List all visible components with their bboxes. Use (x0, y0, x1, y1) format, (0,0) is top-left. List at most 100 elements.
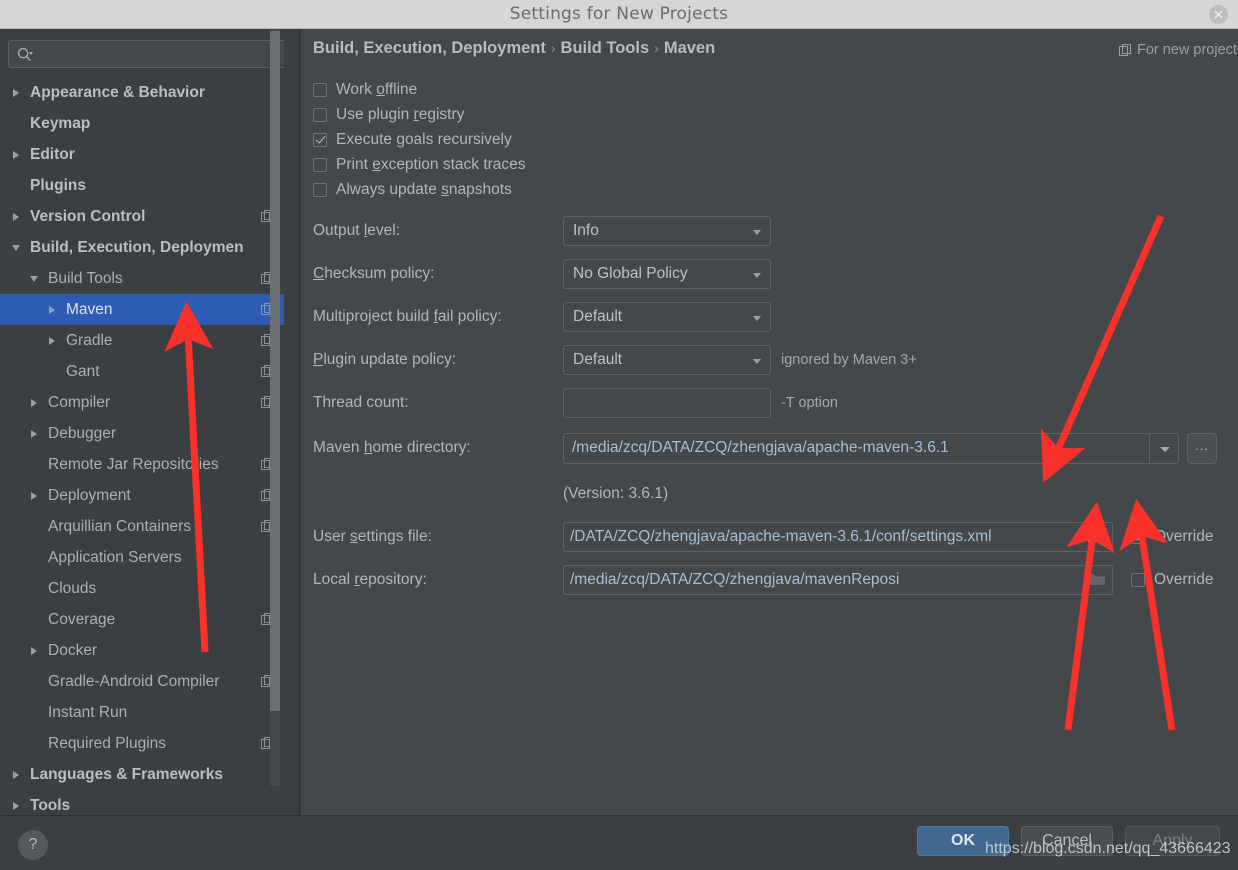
sidebar-item-label: Clouds (48, 579, 97, 597)
user-settings-file-label: User settings file: (313, 527, 432, 545)
chevron-right-icon[interactable] (8, 77, 24, 108)
plugin-update-policy-label: Plugin update policy: (313, 350, 457, 368)
folder-icon[interactable] (1087, 572, 1106, 587)
search-field-wrapper (8, 40, 284, 68)
thread-count-row: Thread count: -T option (313, 381, 1238, 424)
checkbox-use-plugin-registry[interactable]: Use plugin registry (313, 102, 526, 127)
sidebar-item-build-tools[interactable]: Build Tools (0, 263, 284, 294)
sidebar-item-label: Plugins (30, 176, 86, 194)
checkbox-execute-goals-recursively[interactable]: Execute goals recursively (313, 127, 526, 152)
breadcrumb-part-1[interactable]: Build, Execution, Deployment (313, 39, 546, 57)
sidebar-item-tools[interactable]: Tools (0, 790, 284, 815)
multiproject-fail-policy-row: Multiproject build fail policy: Default (313, 295, 1238, 338)
chevron-down-icon[interactable] (26, 263, 42, 294)
sidebar-item-maven[interactable]: Maven (0, 294, 284, 325)
sidebar-item-label: Version Control (30, 207, 146, 225)
chevron-right-icon[interactable] (8, 201, 24, 232)
checkbox-box (313, 182, 327, 197)
maven-home-label: Maven home directory: (313, 439, 471, 456)
output-level-row: Output level: Info (313, 209, 1238, 252)
sidebar-item-gant[interactable]: Gant (0, 356, 284, 387)
maven-home-browse-button[interactable]: ... (1187, 432, 1217, 464)
checkbox-label: Print exception stack traces (336, 155, 526, 173)
for-new-projects-indicator: For new projects (1119, 42, 1238, 58)
sidebar-item-gradle[interactable]: Gradle (0, 325, 284, 356)
multiproject-fail-policy-label: Multiproject build fail policy: (313, 307, 502, 325)
chevron-down-icon (753, 272, 761, 278)
sidebar-item-editor[interactable]: Editor (0, 139, 284, 170)
checksum-policy-row: Checksum policy: No Global Policy (313, 252, 1238, 295)
title-bar: Settings for New Projects (0, 0, 1238, 29)
sidebar-item-remote-jar-repositories[interactable]: Remote Jar Repositories (0, 449, 284, 480)
checkbox-work-offline[interactable]: Work offline (313, 77, 526, 102)
chevron-right-icon[interactable] (8, 790, 24, 815)
sidebar-item-label: Gradle (66, 331, 113, 349)
sidebar-item-debugger[interactable]: Debugger (0, 418, 284, 449)
sidebar-item-label: Deployment (48, 486, 131, 504)
breadcrumb-part-2[interactable]: Build Tools (561, 39, 650, 57)
maven-home-dropdown-button[interactable] (1149, 432, 1179, 464)
chevron-right-icon[interactable] (8, 759, 24, 790)
chevron-right-icon[interactable] (8, 139, 24, 170)
chevron-right-icon[interactable] (44, 325, 60, 356)
sidebar-scrollbar-thumb[interactable] (270, 31, 280, 711)
checkbox-label: Always update snapshots (336, 180, 512, 198)
local-repository-value: /media/zcq/DATA/ZCQ/zhengjava/mavenRepos… (570, 570, 900, 588)
sidebar-splitter[interactable] (284, 29, 300, 815)
sidebar-item-label: Debugger (48, 424, 117, 442)
thread-count-input[interactable] (563, 387, 771, 418)
chevron-down-icon[interactable] (8, 232, 24, 263)
sidebar-item-appearance-behavior[interactable]: Appearance & Behavior (0, 77, 284, 108)
chevron-right-icon[interactable] (26, 418, 42, 449)
chevron-right-icon[interactable] (44, 294, 60, 325)
local-repository-override-checkbox[interactable]: Override (1131, 571, 1213, 589)
search-input[interactable] (8, 40, 284, 68)
plugin-update-policy-dropdown[interactable]: Default (563, 344, 771, 375)
sidebar-item-keymap[interactable]: Keymap (0, 108, 284, 139)
sidebar-item-label: Gradle-Android Compiler (48, 672, 220, 690)
sidebar-item-compiler[interactable]: Compiler (0, 387, 284, 418)
sidebar-item-coverage[interactable]: Coverage (0, 604, 284, 635)
sidebar-item-plugins[interactable]: Plugins (0, 170, 284, 201)
checkbox-box (313, 107, 327, 122)
sidebar-item-docker[interactable]: Docker (0, 635, 284, 666)
help-button[interactable]: ? (18, 830, 48, 860)
breadcrumb-part-3[interactable]: Maven (664, 39, 715, 57)
sidebar-item-build-execution-deploymen[interactable]: Build, Execution, Deploymen (0, 232, 284, 263)
checksum-policy-dropdown[interactable]: No Global Policy (563, 258, 771, 289)
output-level-dropdown[interactable]: Info (563, 215, 771, 246)
local-repository-label: Local repository: (313, 570, 427, 588)
local-repository-input[interactable]: /media/zcq/DATA/ZCQ/zhengjava/mavenRepos… (563, 564, 1113, 595)
sidebar-item-application-servers[interactable]: Application Servers (0, 542, 284, 573)
user-settings-file-input[interactable]: /DATA/ZCQ/zhengjava/apache-maven-3.6.1/c… (563, 521, 1113, 552)
search-icon (16, 46, 34, 64)
chevron-right-icon[interactable] (26, 635, 42, 666)
checkbox-box (313, 132, 327, 147)
local-repository-row: Local repository: /media/zcq/DATA/ZCQ/zh… (313, 558, 1238, 601)
checkbox-box (313, 157, 327, 172)
sidebar-item-languages-frameworks[interactable]: Languages & Frameworks (0, 759, 284, 790)
settings-tree[interactable]: Appearance & Behavior Keymap Editor Plugins… (0, 77, 284, 815)
sidebar-item-label: Remote Jar Repositories (48, 455, 219, 473)
sidebar-item-deployment[interactable]: Deployment (0, 480, 284, 511)
sidebar-item-gradle-android-compiler[interactable]: Gradle-Android Compiler (0, 666, 284, 697)
sidebar-item-clouds[interactable]: Clouds (0, 573, 284, 604)
checkbox-always-update-snapshots[interactable]: Always update snapshots (313, 177, 526, 202)
sidebar-item-version-control[interactable]: Version Control (0, 201, 284, 232)
multiproject-fail-policy-dropdown[interactable]: Default (563, 301, 771, 332)
maven-home-input[interactable]: /media/zcq/DATA/ZCQ/zhengjava/apache-mav… (563, 432, 1150, 464)
settings-dialog: Settings for New Projects Appearance & B… (0, 0, 1238, 870)
folder-icon[interactable] (1087, 529, 1106, 544)
user-settings-override-checkbox[interactable]: Override (1131, 528, 1213, 546)
sidebar-item-required-plugins[interactable]: Required Plugins (0, 728, 284, 759)
checkbox-print-exception-stack-traces[interactable]: Print exception stack traces (313, 152, 526, 177)
close-icon[interactable] (1209, 5, 1228, 24)
copy-icon (1119, 43, 1132, 57)
chevron-right-icon[interactable] (26, 480, 42, 511)
sidebar-item-instant-run[interactable]: Instant Run (0, 697, 284, 728)
sidebar-item-arquillian-containers[interactable]: Arquillian Containers (0, 511, 284, 542)
chevron-right-icon[interactable] (26, 387, 42, 418)
